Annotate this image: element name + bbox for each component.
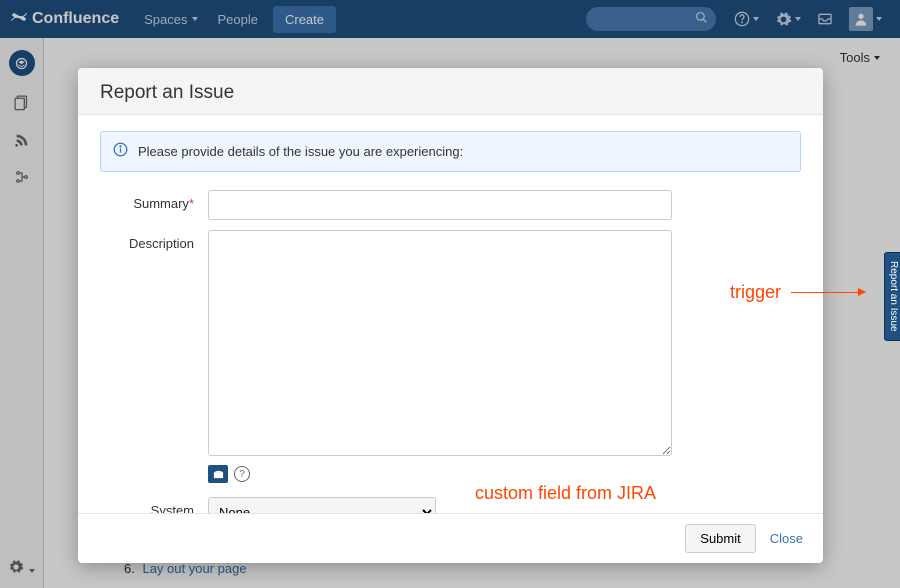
info-banner-text: Please provide details of the issue you … [138, 144, 463, 159]
dialog-header: Report an Issue [78, 68, 823, 115]
description-textarea[interactable] [208, 230, 672, 456]
summary-label-text: Summary [133, 196, 189, 211]
report-issue-dialog: Report an Issue Please provide details o… [78, 68, 823, 563]
summary-input[interactable] [208, 190, 672, 220]
info-banner: Please provide details of the issue you … [100, 131, 801, 172]
summary-label: Summary* [100, 190, 208, 220]
attachment-button[interactable] [208, 465, 228, 483]
summary-row: Summary* [100, 190, 801, 220]
dialog-footer: Submit Close [78, 513, 823, 563]
help-icon[interactable]: ? [234, 466, 250, 482]
submit-button[interactable]: Submit [685, 524, 755, 553]
required-asterisk: * [189, 196, 194, 211]
info-icon [113, 142, 128, 161]
description-label: Description [100, 230, 208, 483]
report-issue-trigger-tab[interactable]: Report an Issue [884, 252, 900, 341]
description-row: Description ? [100, 230, 801, 483]
system-row: System None [100, 497, 801, 513]
system-label: System [100, 497, 208, 513]
dialog-body: Please provide details of the issue you … [78, 115, 823, 513]
close-link[interactable]: Close [770, 531, 803, 546]
system-select[interactable]: None [208, 497, 436, 513]
dialog-title: Report an Issue [100, 82, 801, 104]
